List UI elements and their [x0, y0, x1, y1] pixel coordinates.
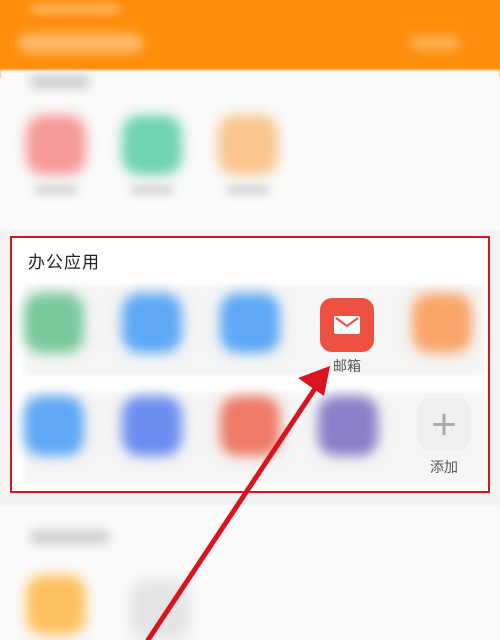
- blurred-app[interactable]: [26, 115, 86, 175]
- header-title-blurred: [18, 33, 143, 53]
- app-header: [0, 0, 500, 78]
- status-bar: [30, 4, 120, 14]
- add-app-label: 添加: [430, 460, 458, 476]
- header-action-blurred[interactable]: [410, 36, 460, 50]
- blurred-app[interactable]: [130, 580, 190, 640]
- blurred-app[interactable]: [24, 293, 84, 353]
- blurred-app[interactable]: [220, 396, 280, 456]
- blurred-app[interactable]: [318, 396, 378, 456]
- blurred-caption: [130, 185, 174, 195]
- blurred-app[interactable]: [122, 396, 182, 456]
- blurred-app[interactable]: [24, 396, 84, 456]
- mail-icon: [334, 316, 360, 334]
- blurred-app[interactable]: [122, 293, 182, 353]
- bottom-section-title-blurred: [30, 530, 110, 544]
- blurred-caption: [226, 185, 270, 195]
- mail-app-label: 邮箱: [333, 359, 361, 375]
- plus-icon: +: [429, 404, 459, 444]
- blurred-app[interactable]: [218, 115, 278, 175]
- blurred-app[interactable]: [122, 115, 182, 175]
- blurred-app[interactable]: [26, 575, 86, 635]
- top-section-title-blurred: [30, 75, 90, 89]
- mail-app-button[interactable]: [320, 298, 374, 352]
- blurred-app[interactable]: [220, 293, 280, 353]
- section-title: 办公应用: [28, 253, 100, 273]
- blurred-caption: [34, 185, 78, 195]
- blurred-app[interactable]: [412, 293, 472, 353]
- add-app-button[interactable]: +: [418, 398, 470, 450]
